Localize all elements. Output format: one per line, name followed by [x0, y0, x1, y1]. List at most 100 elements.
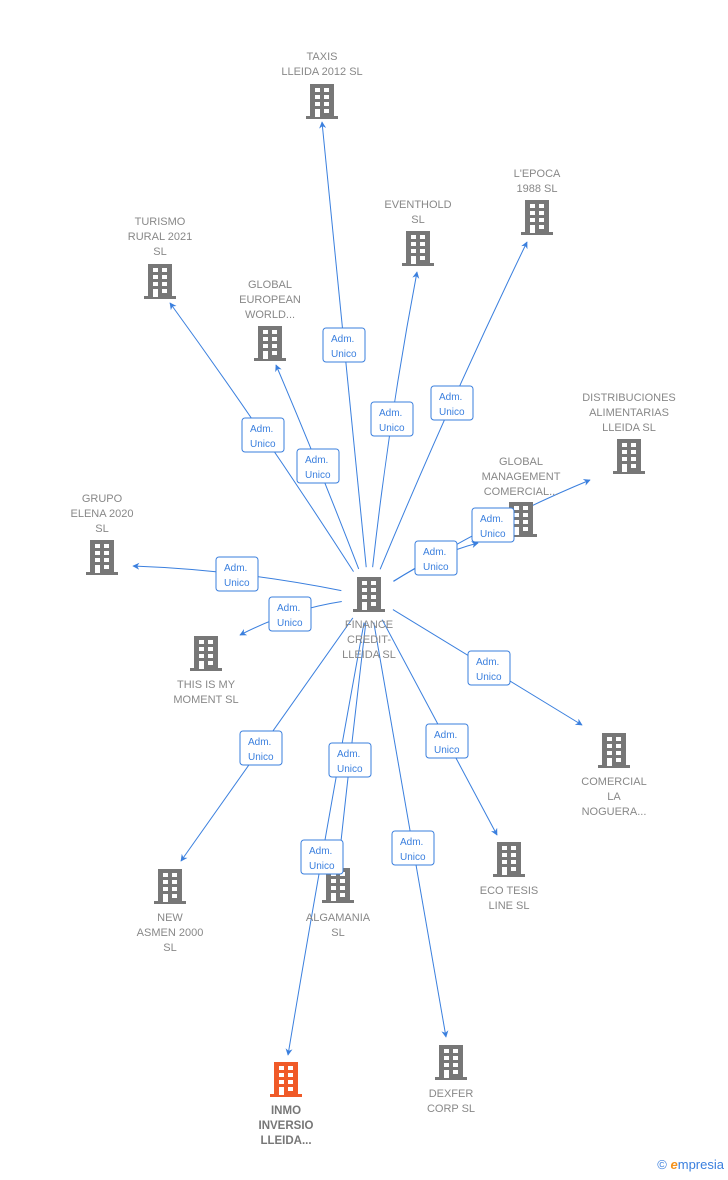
relation-text: Unico — [439, 407, 465, 418]
building-icon[interactable] — [190, 636, 222, 671]
relation-text: Adm. — [277, 603, 300, 614]
node-label-line: WORLD... — [245, 309, 295, 321]
relation-text: Unico — [250, 439, 276, 450]
building-icon[interactable] — [402, 231, 434, 266]
node-label-line: LA — [607, 791, 621, 803]
building-icon[interactable] — [435, 1045, 467, 1080]
company-name: TURISMO RURAL 2021 SL — [128, 216, 192, 258]
relation-text: Unico — [309, 861, 335, 872]
node-label-line: SL — [163, 942, 176, 954]
relation-text: Unico — [337, 764, 363, 775]
company-name: ECO TESIS LINE SL — [480, 885, 538, 912]
building-icon[interactable] — [144, 264, 176, 299]
building-icon[interactable] — [154, 869, 186, 904]
node-label-line: SL — [95, 523, 108, 535]
node-label-line: COMERCIAL — [581, 776, 646, 788]
relation-text: Unico — [277, 618, 303, 629]
relation-text: Adm. — [250, 424, 273, 435]
node-label-line: ASMEN 2000 — [137, 927, 204, 939]
relation-text: Unico — [248, 752, 274, 763]
company-name: NEW ASMEN 2000 SL — [137, 912, 204, 954]
relation-label[interactable]: Adm. Unico — [296, 448, 340, 484]
node-label-line: GRUPO — [82, 493, 123, 505]
node-label-line: LLEIDA... — [260, 1135, 311, 1147]
edge-line — [285, 622, 365, 1056]
relation-label[interactable]: Adm. Unico — [471, 507, 515, 543]
node-label-line: LLEIDA SL — [342, 649, 396, 661]
node-label-line: ECO TESIS — [480, 885, 538, 897]
relation-label[interactable]: Adm. Unico — [241, 417, 285, 453]
company-name: TAXIS LLEIDA 2012 SL — [281, 51, 362, 78]
edge-line — [373, 622, 449, 1038]
center-company-name: FINANCE CREDIT- LLEIDA SL — [342, 619, 396, 661]
company-name: GRUPO ELENA 2020 SL — [71, 493, 134, 535]
node-label-line: SL — [411, 214, 424, 226]
building-icon[interactable] — [613, 439, 645, 474]
node-label-line: INMO — [271, 1105, 301, 1117]
relation-label[interactable]: Adm. Unico — [467, 650, 511, 686]
building-icon[interactable] — [86, 540, 118, 575]
relation-label[interactable]: Adm. Unico — [370, 401, 414, 437]
company-name: ALGAMANIA SL — [306, 912, 371, 939]
node-label-line: ELENA 2020 — [71, 508, 134, 520]
node-label-line: RURAL 2021 — [128, 231, 192, 243]
node-label-line: SL — [331, 927, 344, 939]
relation-label[interactable]: Adm. Unico — [300, 839, 344, 875]
company-name: GLOBAL MANAGEMENT COMERCIAL... — [482, 456, 561, 498]
company-name: INMO INVERSIO LLEIDA... — [259, 1105, 314, 1147]
relation-label[interactable]: Adm. Unico — [322, 327, 366, 363]
node-label-line: INVERSIO — [259, 1120, 314, 1132]
node-label-line: L'EPOCA — [514, 168, 561, 180]
node-label-line: LLEIDA SL — [602, 422, 656, 434]
relation-text: Adm. — [305, 455, 328, 466]
building-icon[interactable] — [493, 842, 525, 877]
relation-text: Adm. — [439, 392, 462, 403]
empresia-logo[interactable]: © empresia — [657, 1157, 724, 1172]
node-label-line: NOGUERA... — [582, 806, 647, 818]
node-label-line: MANAGEMENT — [482, 471, 561, 483]
relation-text: Unico — [224, 578, 250, 589]
relation-label[interactable]: Adm. Unico — [268, 596, 312, 632]
building-icon[interactable] — [598, 733, 630, 768]
company-name: GLOBAL EUROPEAN WORLD... — [239, 279, 301, 321]
relation-text: Adm. — [480, 514, 503, 525]
relation-label[interactable]: Adm. Unico — [391, 830, 435, 866]
company-name: COMERCIAL LA NOGUERA... — [581, 776, 646, 818]
building-icon[interactable] — [270, 1062, 302, 1097]
node-label-line: DEXFER — [429, 1088, 474, 1100]
building-icon[interactable] — [521, 200, 553, 235]
relation-text: Adm. — [379, 408, 402, 419]
node-label-line: CREDIT- — [347, 634, 391, 646]
building-icon[interactable] — [254, 326, 286, 361]
node-label-line: SL — [153, 246, 166, 258]
node-label-line: ALGAMANIA — [306, 912, 371, 924]
node-label-line: GLOBAL — [499, 456, 543, 468]
relation-text: Unico — [331, 349, 357, 360]
node-label-line: 1988 SL — [517, 183, 558, 195]
relation-text: Adm. — [400, 837, 423, 848]
node-label-line: TAXIS — [307, 51, 338, 63]
node-label-line: FINANCE — [345, 619, 393, 631]
node-label-line: ALIMENTARIAS — [589, 407, 669, 419]
node-label-line: CORP SL — [427, 1103, 475, 1115]
relation-text: Adm. — [337, 749, 360, 760]
copyright-symbol: © — [657, 1157, 667, 1172]
building-icon[interactable] — [353, 577, 385, 612]
node-label-line: COMERCIAL... — [484, 486, 559, 498]
relation-label[interactable]: Adm. Unico — [425, 723, 469, 759]
relation-text: Unico — [400, 852, 426, 863]
relation-label[interactable]: Adm. Unico — [328, 742, 372, 778]
relation-label[interactable]: Adm. Unico — [239, 730, 283, 766]
relation-text: Unico — [480, 529, 506, 540]
relation-text: Adm. — [331, 334, 354, 345]
node-label-line: LINE SL — [489, 900, 530, 912]
relation-label[interactable]: Adm. Unico — [215, 556, 259, 592]
company-name: DEXFER CORP SL — [427, 1088, 475, 1115]
relation-text: Adm. — [224, 563, 247, 574]
relation-label[interactable]: Adm. Unico — [430, 385, 474, 421]
relation-text: Unico — [423, 562, 449, 573]
relation-label[interactable]: Adm. Unico — [414, 540, 458, 576]
relation-text: Adm. — [248, 737, 271, 748]
node-label-line: NEW — [157, 912, 183, 924]
building-icon[interactable] — [306, 84, 338, 119]
